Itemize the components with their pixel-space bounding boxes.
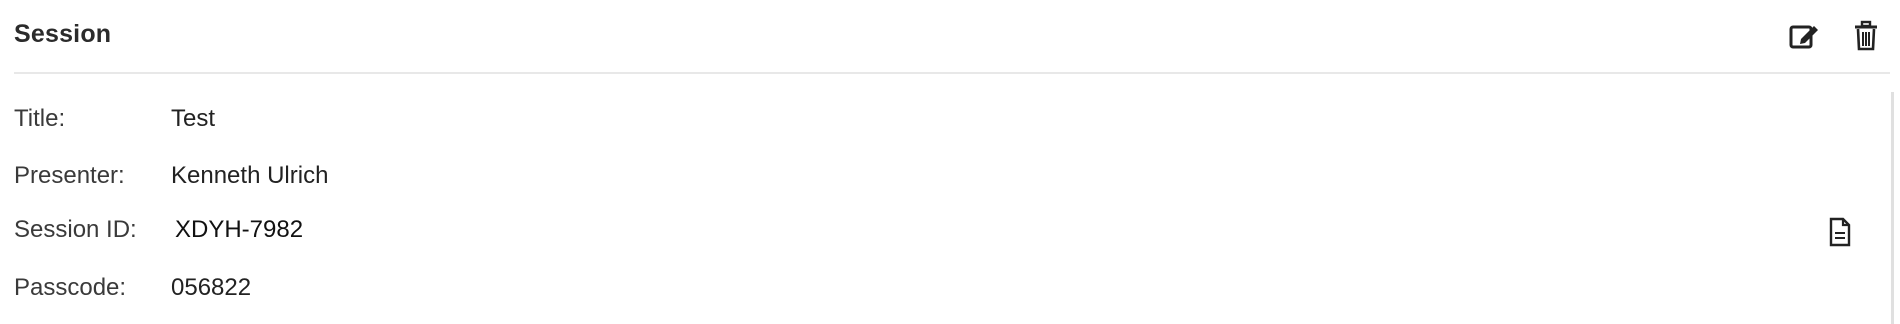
- edit-icon: [1789, 25, 1818, 49]
- session-document-button[interactable]: [1824, 214, 1856, 250]
- passcode-label: Passcode:: [14, 274, 127, 301]
- panel-title: Session: [14, 20, 112, 48]
- presenter-row: Presenter: Kenneth Ulrich: [14, 158, 328, 194]
- trash-icon: [1855, 20, 1877, 51]
- passcode-value: 056822: [171, 274, 252, 301]
- presenter-value: Kenneth Ulrich: [171, 162, 329, 189]
- session-id-row: Session ID: XDYH-7982: [14, 212, 303, 248]
- session-panel: Session Title: Test Presenter: Kenneth U…: [0, 0, 1900, 324]
- passcode-row: Passcode: 056822: [14, 270, 251, 306]
- title-label: Title:: [14, 105, 66, 132]
- title-value: Test: [171, 105, 216, 132]
- edit-button[interactable]: [1786, 18, 1822, 54]
- delete-button[interactable]: [1848, 18, 1884, 54]
- session-header: Session: [0, 0, 1900, 73]
- presenter-label: Presenter:: [14, 162, 125, 189]
- session-id-value: XDYH-7982: [175, 216, 304, 243]
- session-id-label: Session ID:: [14, 216, 137, 243]
- title-row: Title: Test: [14, 101, 215, 137]
- scrollbar-track[interactable]: [1891, 92, 1894, 324]
- document-icon: [1829, 217, 1851, 247]
- header-divider: [14, 72, 1890, 74]
